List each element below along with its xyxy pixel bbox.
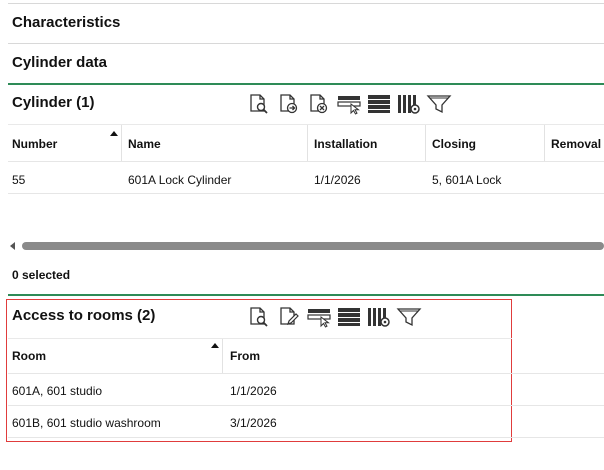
column-header-name[interactable]: Name: [128, 137, 161, 151]
cylinder-panel-title: Cylinder (1): [12, 94, 95, 111]
cylinder-toolbar: [244, 91, 454, 117]
rows-list-icon[interactable]: [334, 304, 364, 330]
top-divider: [8, 3, 604, 4]
access-toolbar: [244, 304, 424, 330]
cell-closing: 5, 601A Lock: [432, 173, 502, 187]
column-header-removal[interactable]: Removal: [551, 137, 601, 151]
cylinder-section-divider: [8, 83, 604, 85]
column-header-installation[interactable]: Installation: [314, 137, 377, 151]
column-header-closing[interactable]: Closing: [432, 137, 476, 151]
sort-ascending-icon[interactable]: [211, 343, 219, 348]
selection-count: 0 selected: [12, 268, 71, 282]
document-edit-icon[interactable]: [274, 304, 304, 330]
sort-ascending-icon[interactable]: [110, 131, 118, 136]
cell-from: 3/1/2026: [230, 416, 277, 430]
column-divider[interactable]: [222, 339, 223, 373]
select-cursor-icon[interactable]: [304, 304, 334, 330]
rows-list-icon[interactable]: [364, 91, 394, 117]
column-settings-icon[interactable]: [364, 304, 394, 330]
row-border: [8, 405, 604, 406]
row-border: [8, 437, 604, 438]
cell-number: 55: [12, 173, 26, 187]
column-divider[interactable]: [121, 125, 122, 161]
column-header-room[interactable]: Room: [12, 349, 46, 363]
row-border: [8, 193, 604, 194]
document-search-icon[interactable]: [244, 304, 274, 330]
column-divider[interactable]: [425, 125, 426, 161]
access-section-divider: [8, 294, 604, 296]
access-panel-title: Access to rooms (2): [12, 307, 156, 324]
column-divider[interactable]: [544, 125, 545, 161]
column-settings-icon[interactable]: [394, 91, 424, 117]
column-header-from[interactable]: From: [230, 349, 260, 363]
divider: [8, 43, 604, 44]
table-top-border: [8, 338, 512, 339]
document-search-icon[interactable]: [244, 91, 274, 117]
cell-room: 601B, 601 studio washroom: [12, 416, 161, 430]
column-divider[interactable]: [307, 125, 308, 161]
filter-icon[interactable]: [394, 304, 424, 330]
header-bottom-border: [8, 373, 604, 374]
table-top-border: [8, 124, 604, 125]
horizontal-scrollbar-thumb[interactable]: [22, 242, 604, 250]
cell-from: 1/1/2026: [230, 384, 277, 398]
document-remove-icon[interactable]: [304, 91, 334, 117]
select-cursor-icon[interactable]: [334, 91, 364, 117]
characteristics-heading[interactable]: Characteristics: [12, 14, 120, 31]
column-header-number[interactable]: Number: [12, 137, 57, 151]
header-bottom-border: [8, 161, 604, 162]
cell-room: 601A, 601 studio: [12, 384, 103, 398]
cylinder-data-heading[interactable]: Cylinder data: [12, 54, 107, 71]
cell-name: 601A Lock Cylinder: [128, 173, 232, 187]
filter-icon[interactable]: [424, 91, 454, 117]
scroll-left-arrow-icon[interactable]: [10, 242, 15, 250]
document-export-icon[interactable]: [274, 91, 304, 117]
cell-installation: 1/1/2026: [314, 173, 361, 187]
